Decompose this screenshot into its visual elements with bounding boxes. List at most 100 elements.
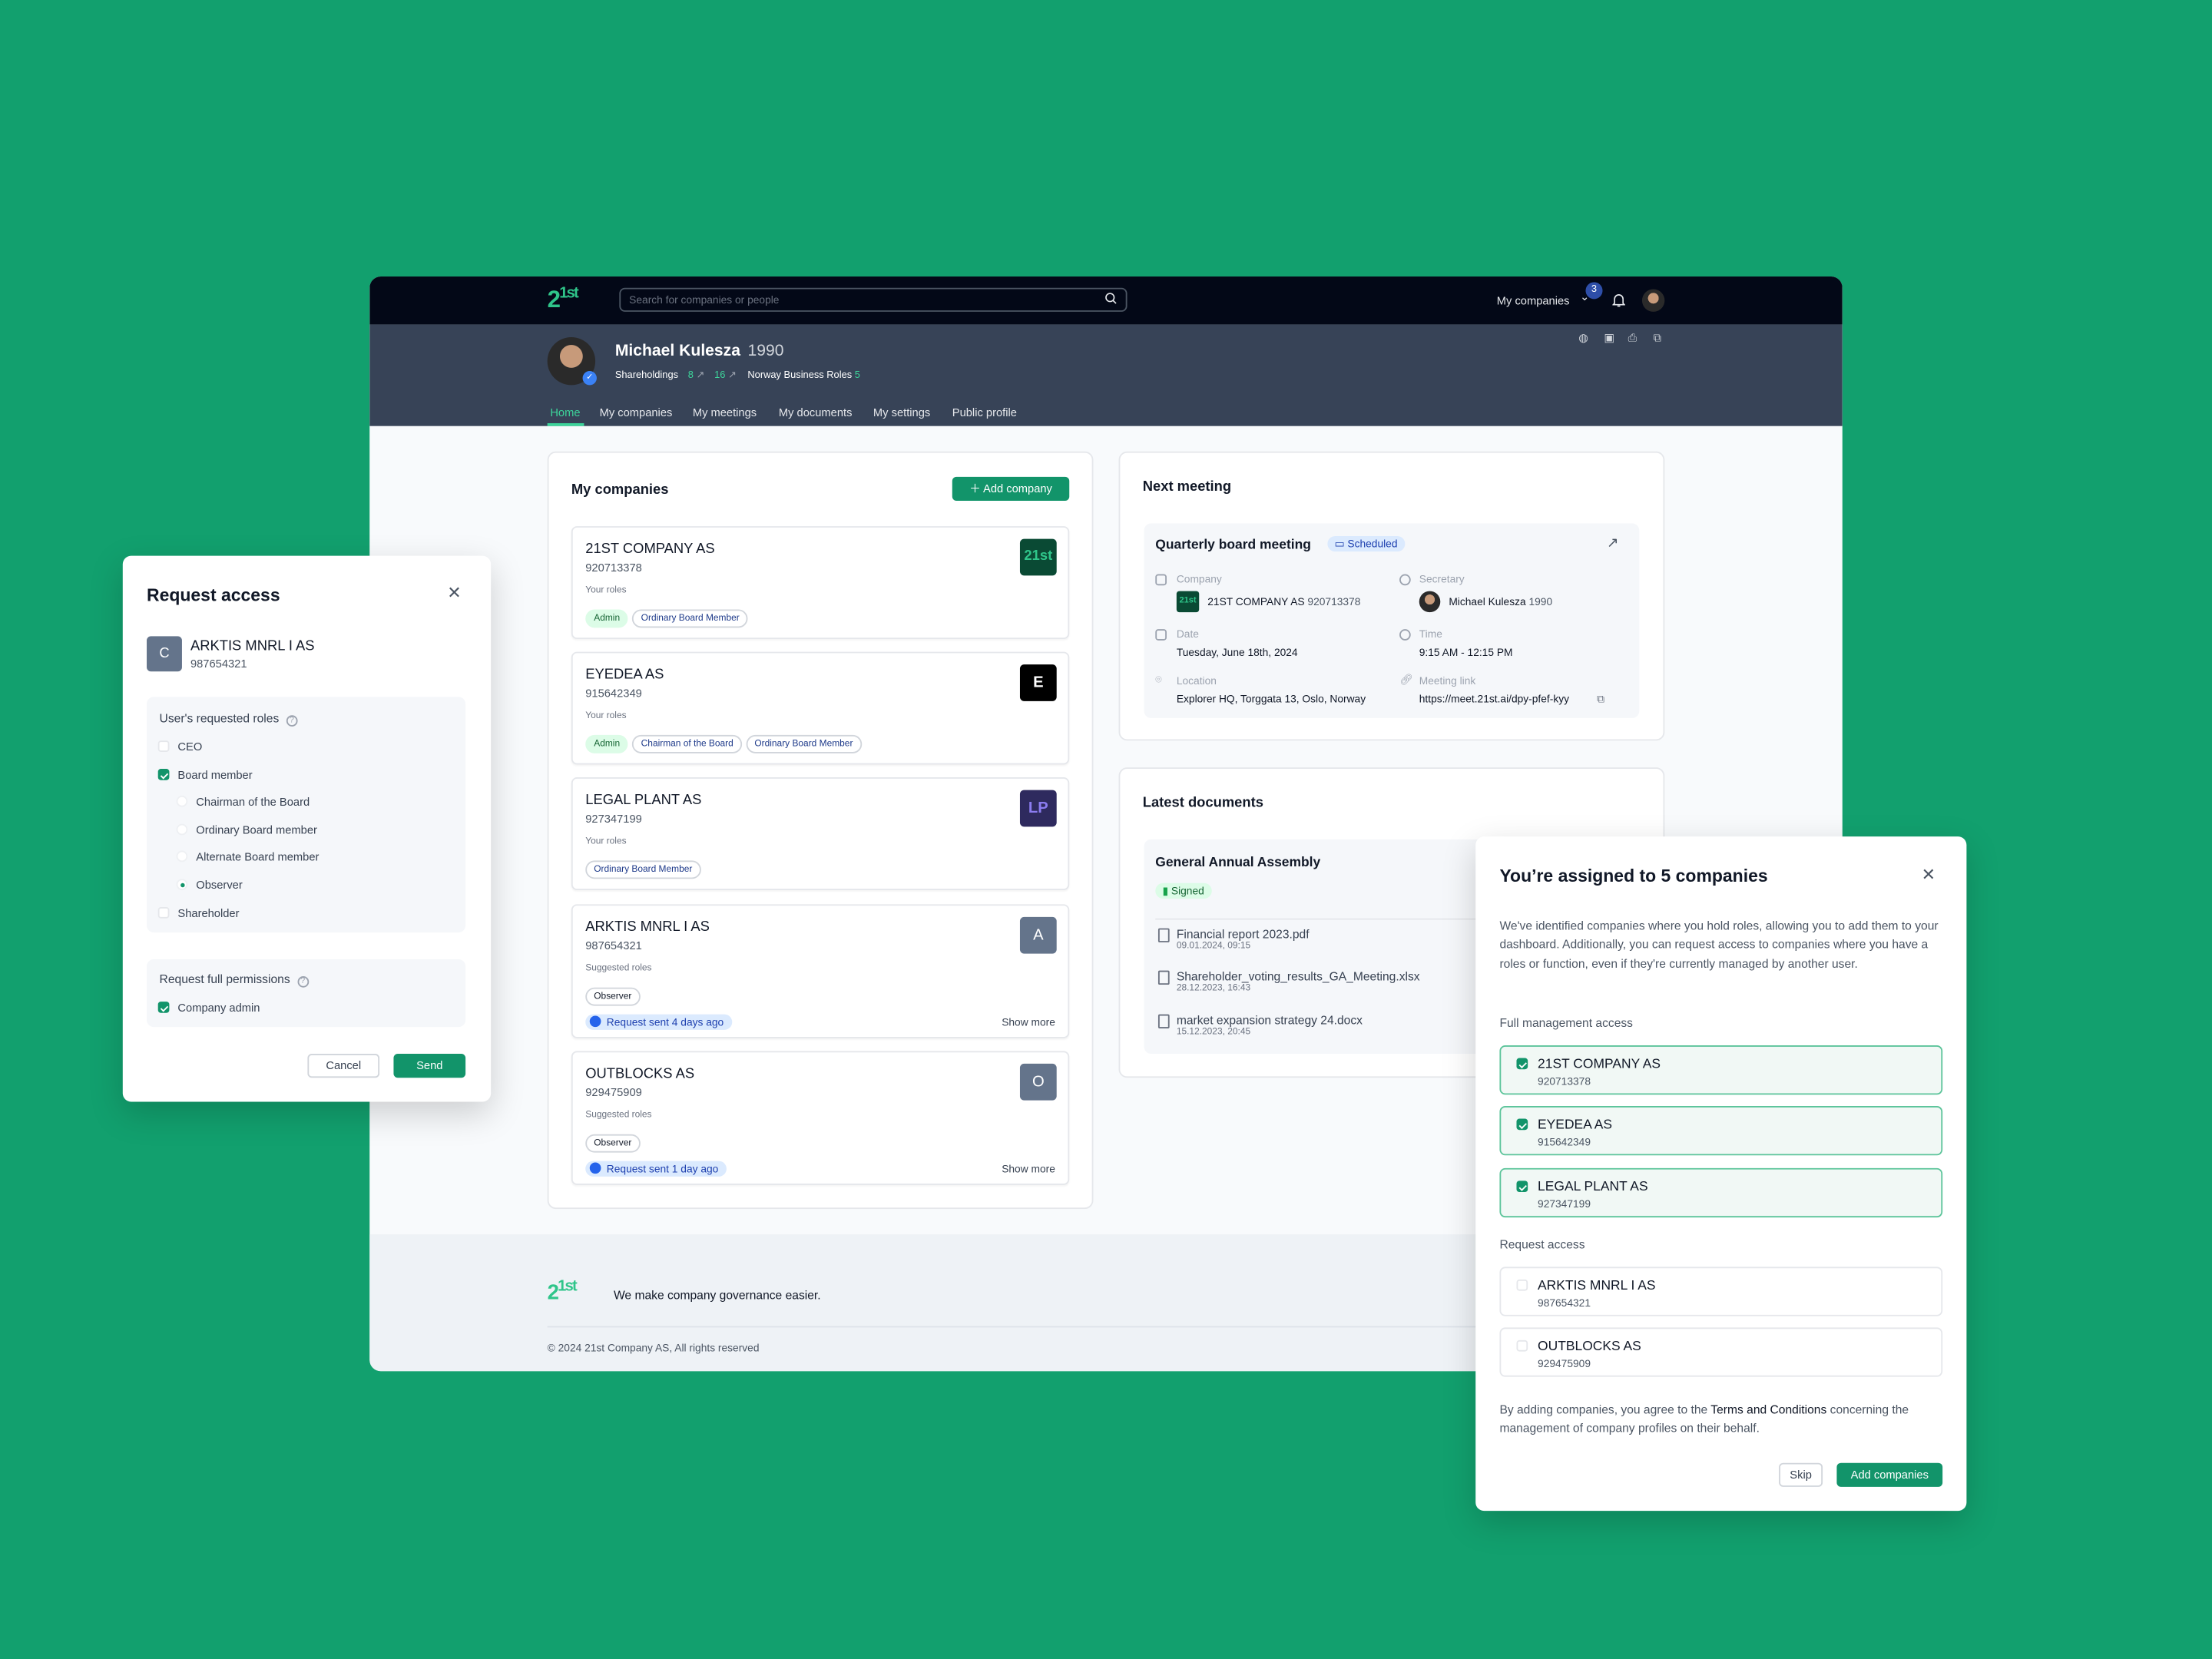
permission-option-admin[interactable]: Company admin — [157, 1002, 260, 1015]
document-date: 15.12.2023, 20:45 — [1176, 1027, 1251, 1037]
profile-header: ✓ Michael Kulesza 1990 Shareholdings 8 ↗… — [369, 324, 1843, 426]
company-option[interactable]: EYEDEA AS 915642349 — [1499, 1105, 1943, 1156]
tab-my-documents[interactable]: My documents — [779, 406, 853, 419]
checkbox-checked[interactable] — [1516, 1118, 1528, 1131]
help-icon[interactable]: ? — [286, 715, 298, 727]
company-card[interactable]: ARKTIS MNRL I AS 987654321 Suggested rol… — [571, 904, 1070, 1038]
radio[interactable] — [176, 823, 188, 836]
signed-badge: ▮ Signed — [1155, 882, 1211, 899]
file-icon — [1157, 970, 1170, 985]
checkbox-checked[interactable] — [157, 769, 170, 780]
user-avatar[interactable] — [1641, 289, 1665, 312]
checkbox-checked[interactable] — [157, 1002, 170, 1013]
signed-label: Signed — [1171, 884, 1204, 898]
role-option-alternate[interactable]: Alternate Board member — [176, 850, 319, 863]
company-card[interactable]: EYEDEA AS 915642349 Your roles Admin Chai… — [571, 651, 1070, 765]
show-more-link[interactable]: Show more — [1002, 1015, 1055, 1028]
role-option-observer[interactable]: Observer — [176, 879, 243, 892]
company-card[interactable]: 21ST COMPANY AS 920713378 Your roles Adm… — [571, 526, 1070, 640]
checkbox[interactable] — [1516, 1279, 1528, 1291]
role-option-ceo[interactable]: CEO — [157, 740, 202, 753]
company-card[interactable]: OUTBLOCKS AS 929475909 Suggested roles O… — [571, 1051, 1070, 1185]
copy-icon[interactable]: ⧉ — [1654, 332, 1662, 346]
document-item[interactable]: market expansion strategy 24.docx 15.12.2… — [1177, 1013, 1363, 1037]
open-external-icon[interactable]: ↗ — [1607, 536, 1618, 551]
footer-tagline: We make company governance easier. — [613, 1287, 821, 1303]
help-icon[interactable]: ? — [296, 976, 309, 988]
company-option[interactable]: ARKTIS MNRL I AS 987654321 — [1499, 1267, 1943, 1316]
roles-label: Your roles — [585, 585, 627, 596]
role-chip: Observer — [585, 1134, 641, 1153]
tab-my-companies[interactable]: My companies — [600, 406, 673, 419]
add-companies-button[interactable]: Add companies — [1836, 1462, 1943, 1487]
close-icon[interactable]: ✕ — [1922, 865, 1936, 885]
radio-selected[interactable] — [176, 879, 188, 890]
role-chip: Ordinary Board Member — [746, 734, 862, 753]
company-value[interactable]: 21ST COMPANY AS 920713378 — [1207, 595, 1360, 608]
my-companies-dropdown[interactable]: My companies — [1497, 295, 1570, 308]
logo[interactable]: 21st — [548, 285, 579, 314]
close-icon[interactable]: ✕ — [447, 583, 461, 603]
globe-icon[interactable]: ◍ — [1578, 332, 1588, 345]
notification-badge: 3 — [1585, 282, 1603, 300]
tab-my-settings[interactable]: My settings — [873, 406, 930, 419]
request-status-badge: Request sent 1 day ago — [585, 1161, 727, 1177]
checkbox[interactable] — [157, 740, 170, 752]
tab-public-profile[interactable]: Public profile — [952, 406, 1017, 419]
time-value: 9:15 AM - 12:15 PM — [1419, 646, 1513, 659]
verified-icon: ✓ — [582, 371, 597, 386]
secretary-value[interactable]: Michael Kulesza 1990 — [1449, 595, 1552, 608]
document-item[interactable]: Financial report 2023.pdf 09.01.2024, 09:… — [1177, 927, 1310, 951]
roles-label: User's requested roles? — [160, 711, 298, 727]
shareholdings-count-2[interactable]: 16 — [714, 371, 725, 381]
checkbox-checked[interactable] — [1516, 1181, 1528, 1193]
cancel-button[interactable]: Cancel — [307, 1054, 380, 1078]
add-company-button[interactable]: ＋ Add company — [952, 476, 1070, 502]
document-item[interactable]: Shareholder_voting_results_GA_Meeting.xl… — [1177, 969, 1420, 993]
checkbox-checked[interactable] — [1516, 1058, 1528, 1070]
meeting-card[interactable]: Quarterly board meeting ▭ Scheduled ↗ Co… — [1144, 523, 1640, 718]
option-label: Shareholder — [177, 907, 240, 920]
company-avatar: C — [147, 636, 182, 672]
bell-icon[interactable] — [1612, 292, 1625, 307]
skip-button[interactable]: Skip — [1779, 1462, 1823, 1487]
user-circle-icon — [1399, 574, 1411, 586]
company-label: Company — [1176, 572, 1222, 586]
role-option-board-member[interactable]: Board member — [157, 769, 253, 782]
role-option-chairman[interactable]: Chairman of the Board — [176, 795, 310, 808]
radio[interactable] — [176, 795, 188, 807]
my-companies-panel: My companies ＋ Add company 21ST COMPANY … — [547, 451, 1094, 1210]
secretary-avatar — [1419, 591, 1441, 613]
request-access-label: Request access — [1499, 1237, 1585, 1252]
company-name: 21ST COMPANY AS — [1207, 595, 1305, 608]
terms-link[interactable]: Terms and Conditions — [1710, 1402, 1826, 1416]
business-roles-count[interactable]: 5 — [855, 371, 860, 381]
document-name: market expansion strategy 24.docx — [1176, 1012, 1363, 1028]
meeting-link[interactable]: https://meet.21st.ai/dpy-pfef-kyy — [1419, 693, 1569, 706]
linkedin-icon[interactable]: ▣ — [1604, 332, 1614, 345]
copy-icon[interactable]: ⧉ — [1597, 693, 1604, 707]
role-option-shareholder[interactable]: Shareholder — [157, 907, 240, 920]
shareholdings-count[interactable]: 8 — [688, 371, 694, 381]
status-badge: ▭ Scheduled — [1327, 535, 1405, 552]
print-icon[interactable]: ⎙ — [1628, 332, 1637, 346]
company-option[interactable]: OUTBLOCKS AS 929475909 — [1499, 1327, 1943, 1377]
search-icon[interactable] — [1104, 292, 1118, 305]
checkbox[interactable] — [1516, 1339, 1528, 1352]
search-input[interactable]: Search for companies or people — [619, 287, 1128, 312]
radio[interactable] — [176, 850, 188, 863]
checkbox[interactable] — [157, 907, 170, 919]
tab-home[interactable]: Home — [550, 406, 580, 419]
send-button[interactable]: Send — [393, 1054, 466, 1078]
company-card[interactable]: LEGAL PLANT AS 927347199 Your roles Ordi… — [571, 777, 1070, 890]
tab-my-meetings[interactable]: My meetings — [693, 406, 757, 419]
company-option[interactable]: 21ST COMPANY AS 920713378 — [1499, 1045, 1943, 1095]
permissions-label: Request full permissions? — [160, 972, 309, 988]
file-icon — [1157, 1014, 1170, 1028]
role-option-ordinary[interactable]: Ordinary Board member — [176, 823, 317, 836]
roles-label: Suggested roles — [585, 963, 652, 974]
show-more-link[interactable]: Show more — [1002, 1162, 1055, 1175]
company-option[interactable]: LEGAL PLANT AS 927347199 — [1499, 1167, 1943, 1218]
role-chip: Ordinary Board Member — [585, 860, 701, 879]
secretary-name: Michael Kulesza — [1449, 595, 1526, 608]
